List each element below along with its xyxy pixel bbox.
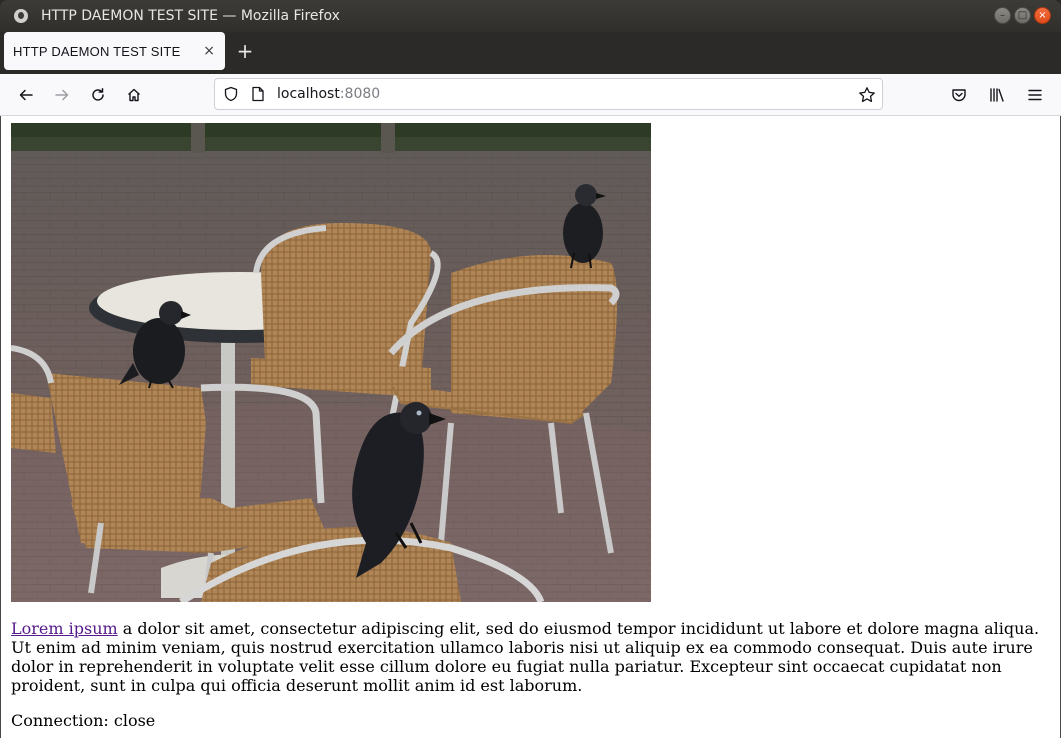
bookmark-star-icon[interactable] [858,86,876,104]
page-content: Lorem ipsum a dolor sit amet, consectetu… [0,116,1061,738]
page-icon [252,86,264,102]
navigation-toolbar: localhost:8080 [0,74,1061,116]
reload-button[interactable] [80,79,116,111]
jackdaws-photo [11,123,651,602]
toolbar-right [941,79,1053,111]
library-icon [990,88,1004,102]
tab-label: HTTP DAEMON TEST SITE [13,43,181,59]
window-title: HTTP DAEMON TEST SITE — Mozilla Firefox [41,8,340,24]
url-text: localhost:8080 [277,86,380,102]
pocket-icon [952,89,966,102]
maximize-button[interactable]: □ [1014,7,1031,24]
tab-http-daemon-test-site[interactable]: HTTP DAEMON TEST SITE × [4,32,225,70]
url-host: localhost [277,86,340,102]
home-button[interactable] [116,79,152,111]
back-icon [19,89,33,100]
new-tab-button[interactable]: + [225,32,265,70]
lorem-paragraph: Lorem ipsum a dolor sit amet, consectetu… [11,619,1051,695]
forward-button[interactable] [44,79,80,111]
url-port: :8080 [339,86,381,102]
window-controls: – □ × [994,7,1051,24]
firefox-app-icon [14,9,28,23]
minimize-button[interactable]: – [994,7,1011,24]
back-button[interactable] [8,79,44,111]
home-icon [128,88,140,101]
tab-close-icon[interactable]: × [203,43,215,59]
tab-strip: HTTP DAEMON TEST SITE × + [0,32,1061,74]
library-button[interactable] [979,79,1015,111]
jackdaws-on-cafe-chairs-photo [11,123,651,602]
reload-icon [92,87,104,101]
close-window-button[interactable]: × [1034,7,1051,24]
pocket-button[interactable] [941,79,977,111]
connection-status-text: Connection: close [11,711,156,730]
menu-icon [1028,89,1042,101]
shield-icon[interactable] [223,86,239,102]
address-bar[interactable]: localhost:8080 [214,78,883,110]
paragraph-text: a dolor sit amet, consectetur adipiscing… [11,619,1040,695]
lorem-ipsum-link[interactable]: Lorem ipsum [11,619,118,638]
app-menu-button[interactable] [1017,79,1053,111]
forward-icon [55,89,69,100]
window-titlebar[interactable]: HTTP DAEMON TEST SITE — Mozilla Firefox … [0,0,1061,32]
